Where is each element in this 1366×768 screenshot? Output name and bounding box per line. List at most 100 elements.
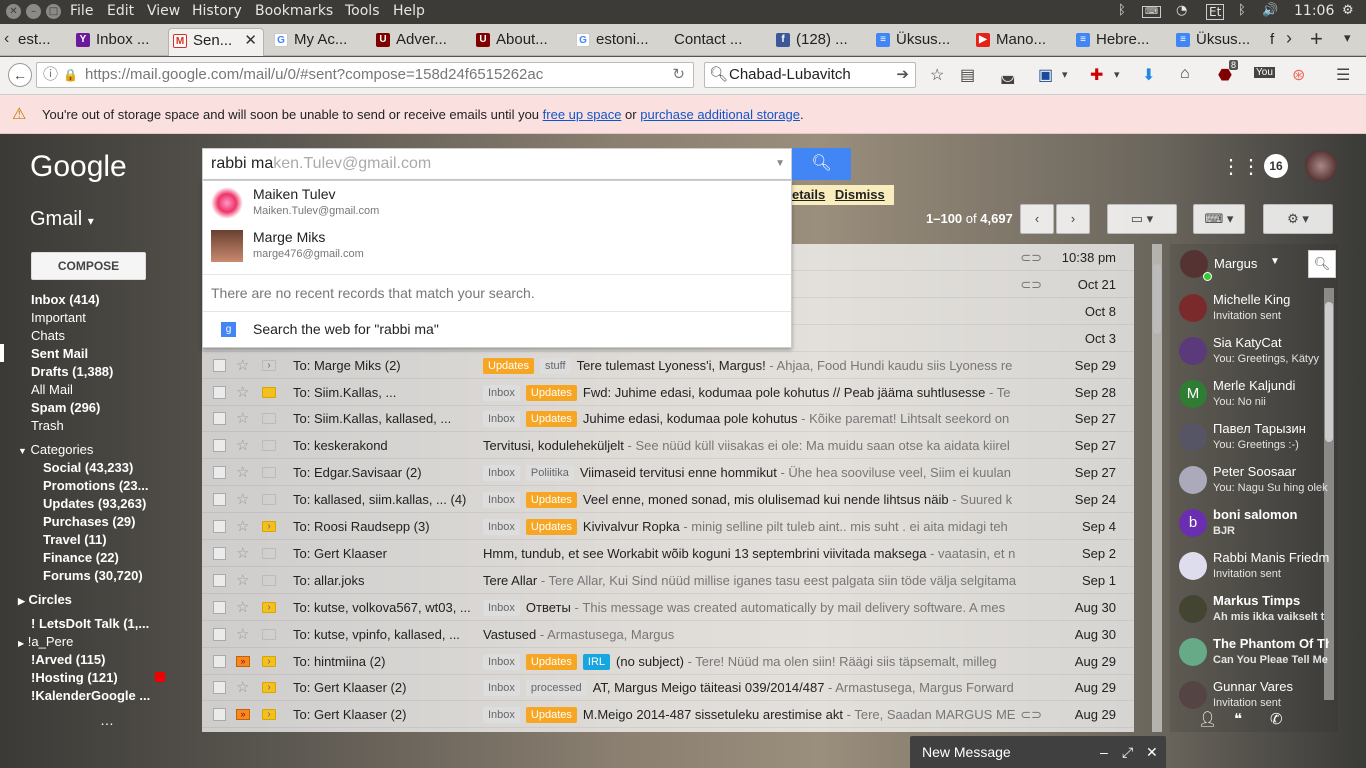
sidebar-item-spam[interactable]: Spam (296) [31,400,100,415]
tab-1[interactable]: Y Inbox ... [72,28,164,56]
mail-search-input[interactable]: rabbi maken.Tulev@gmail.com ▼ [202,148,792,180]
menu-bookmarks[interactable]: Bookmarks [255,3,333,19]
chat-search-icon[interactable]: 🔍︎ [1308,250,1336,278]
table-row[interactable]: ☆ › To: Gert Klaaser (2) Inbox processed AT, … [202,674,1134,702]
input-tools-button[interactable]: ⌨ ▾ [1193,204,1245,234]
row-checkbox[interactable] [213,681,226,695]
chat-contact[interactable]: Павел Тарызин You: Greetings :-) [1175,417,1335,460]
search-button[interactable]: 🔍︎ [792,148,851,180]
expand-icon[interactable]: ⤢ [1122,736,1133,768]
dismiss-link[interactable]: Dismiss [835,187,885,202]
reload-icon[interactable]: ↻ [672,63,685,87]
chat-contact[interactable]: Markus Timps Ah mis ikka vaikselt t [1175,589,1335,632]
importance-marker-icon[interactable] [262,628,276,640]
label-circles[interactable]: ▶ Circles [18,592,72,607]
tab-7[interactable]: Contact ... [672,28,768,56]
star-icon[interactable]: ☆ [236,621,249,647]
row-checkbox[interactable] [213,520,226,533]
label-chip[interactable]: Inbox [483,599,520,616]
row-checkbox[interactable] [213,466,226,480]
category-promotions[interactable]: Promotions (23... [43,478,148,493]
importance-marker-icon[interactable] [262,574,276,586]
row-checkbox[interactable] [213,439,226,453]
star-icon[interactable]: ☆ [236,674,249,700]
star-icon[interactable]: ☆ [236,352,249,378]
star-icon[interactable]: ☆ [236,594,249,620]
hangouts-icon[interactable]: ❝ [1234,710,1242,728]
label-chip[interactable]: Updates [525,411,577,428]
importance-marker-icon[interactable]: › [262,682,276,694]
label-chip[interactable]: Updates [525,707,577,724]
table-row[interactable]: ☆ To: Siim.Kallas, kallased, ... Inbox Upda… [202,405,1134,433]
label-chip[interactable]: Updates [483,357,534,374]
split-pane-button[interactable]: ▭ ▾ [1107,204,1177,234]
newer-button[interactable]: ‹ [1020,204,1054,234]
bookmark-star-icon[interactable]: ☆ [930,65,944,85]
tab-0[interactable]: est... [12,28,68,56]
list-scrollbar[interactable] [1152,244,1162,732]
volume-icon[interactable]: 🔊 [1262,3,1278,18]
star-icon[interactable]: ☆ [236,567,249,593]
row-checkbox[interactable] [213,627,226,641]
label-chip[interactable]: IRL [582,653,611,670]
close-window-icon[interactable]: ✕ [6,4,21,19]
sidebar-item-sent[interactable]: Sent Mail [31,346,88,361]
back-icon[interactable]: ← [8,63,32,87]
apps-grid-icon[interactable]: ⋮⋮ [1221,154,1261,179]
category-forums[interactable]: Forums (30,720) [43,568,143,583]
addon-icon[interactable]: ✚ [1090,65,1103,85]
more-dots-icon[interactable]: … [100,712,114,728]
table-row[interactable]: ☆ › To: Marge Miks (2) Updates stuff Tere tul… [202,352,1134,379]
importance-marker-icon[interactable] [262,467,276,479]
label-chip[interactable]: processed [525,680,587,697]
row-checkbox[interactable] [213,573,226,587]
tab-3[interactable]: G My Ac... [270,28,368,56]
chat-contact[interactable]: The Phantom Of The Can You Pleae Tell Me [1175,632,1335,675]
categories-toggle[interactable]: ▼ Categories [18,442,93,457]
new-message-bar[interactable]: New Message – ⤢ ✕ [910,736,1166,768]
save-dropdown-icon[interactable]: ▾ [1062,68,1068,81]
table-row[interactable]: ☆ › To: Roosi Raudsepp (3) Inbox Updates Kivi… [202,513,1134,540]
close-icon[interactable]: ✕ [1146,736,1158,768]
autocomplete-contact[interactable]: Maiken Tulev Maiken.Tulev@gmail.com [203,181,791,224]
gear-icon[interactable]: ⚙ [1342,3,1354,18]
row-checkbox[interactable] [213,708,226,722]
label-chip[interactable]: Poliitika [525,465,574,482]
category-finance[interactable]: Finance (22) [43,550,119,565]
row-checkbox[interactable] [213,493,226,507]
table-row[interactable]: ☆»›To: Gert Klaaser (2)InboxUpdatesM.Mei… [202,701,1134,729]
menu-history[interactable]: History [192,3,242,19]
menu-help[interactable]: Help [393,3,425,19]
sidebar-item-drafts[interactable]: Drafts (1,388) [31,364,113,379]
star-icon[interactable]: ☆ [236,513,249,539]
star-icon[interactable]: ☆ [236,459,249,485]
label-a-pere[interactable]: ▶ !a_Pere [18,634,73,649]
label-chip[interactable]: stuff [539,357,571,374]
star-icon[interactable]: ☆ [236,405,249,431]
keyboard-indicator-icon[interactable]: ⌨ [1142,6,1161,18]
account-avatar[interactable] [1305,150,1337,182]
category-social[interactable]: Social (43,233) [43,460,133,475]
importance-marker-icon[interactable]: › [262,709,276,721]
importance-marker-icon[interactable] [262,386,276,398]
bluetooth-status-icon[interactable]: ᛒ [1238,3,1246,18]
hamburger-menu-icon[interactable]: ☰ [1336,65,1350,85]
sidebar-item-trash[interactable]: Trash [31,418,64,433]
table-row[interactable]: ☆ To: kutse, vpinfo, kallased, ... Vastuse… [202,621,1134,648]
table-row[interactable]: ☆ To: allar.joks Tere Allar - Tere Allar, … [202,567,1134,594]
wifi-icon[interactable]: ◔ [1176,3,1187,18]
importance-marker-icon[interactable] [262,547,276,559]
importance-marker-icon[interactable]: › [262,359,276,371]
new-tab-icon[interactable]: + [1310,26,1323,52]
save-icon[interactable]: ▣ [1038,65,1053,85]
menu-edit[interactable]: Edit [107,3,134,19]
row-checkbox[interactable] [213,358,226,372]
star-icon[interactable]: ☆ [236,540,249,566]
label-kalender[interactable]: !KalenderGoogle ... [31,688,150,703]
minimize-window-icon[interactable]: – [26,4,41,19]
pocket-icon[interactable]: ◛ [1000,65,1016,85]
my-name[interactable]: Margus [1214,256,1257,271]
label-chip[interactable]: Inbox [483,680,520,697]
label-chip[interactable]: Inbox [483,519,520,535]
label-chip[interactable]: Inbox [483,384,520,401]
